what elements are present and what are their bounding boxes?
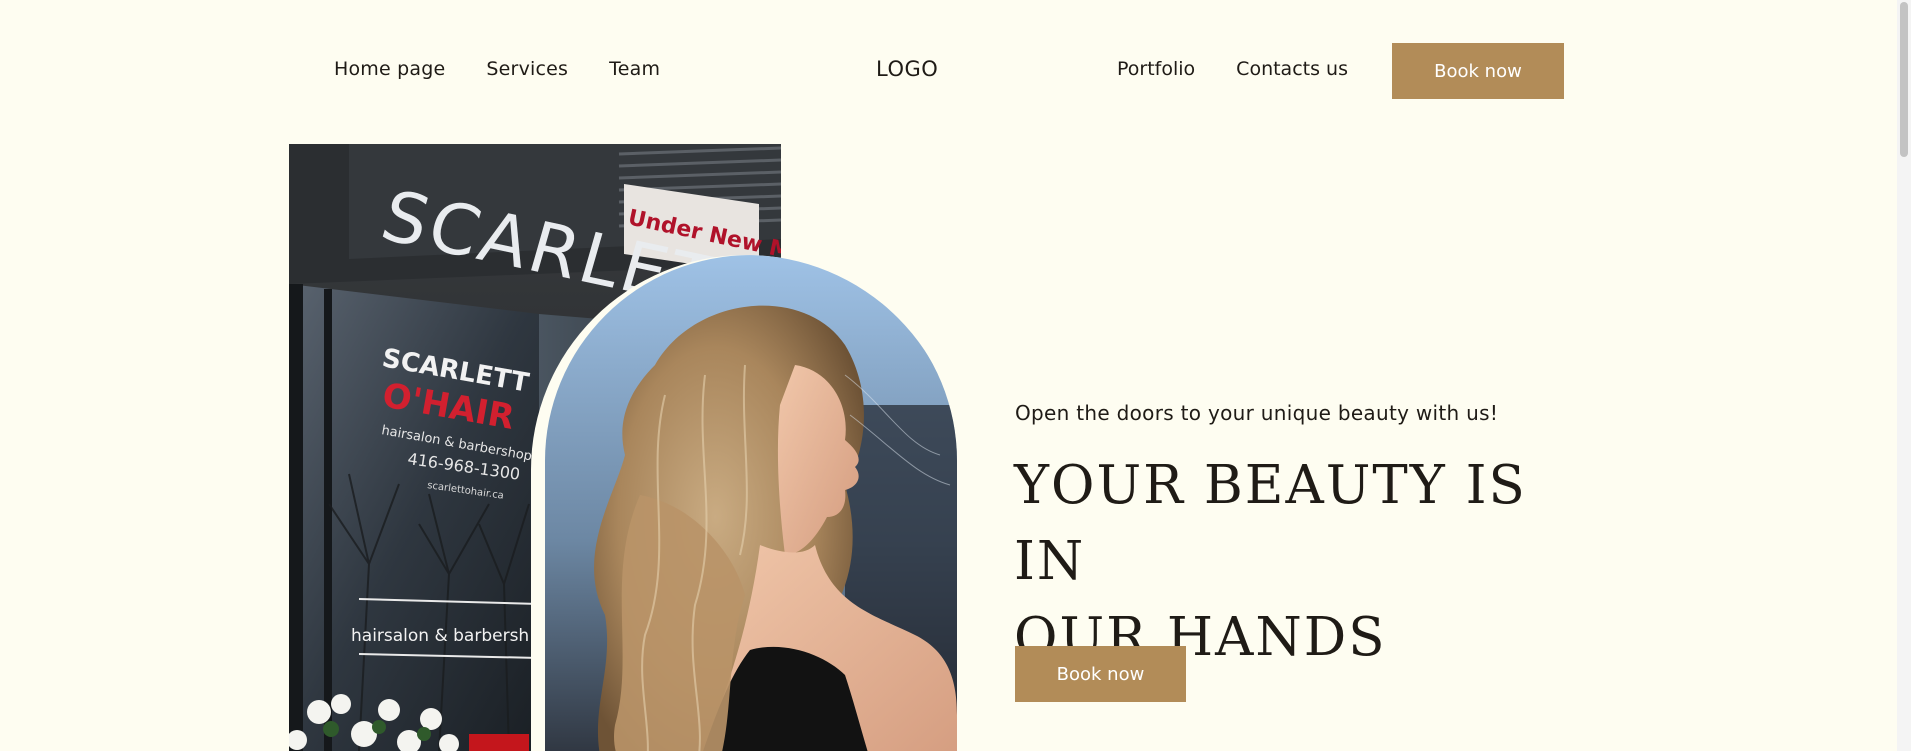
nav-portfolio[interactable]: Portfolio (1117, 58, 1195, 80)
header-book-now-button[interactable]: Book now (1392, 43, 1564, 99)
page: Home page Services Team LOGO Portfolio C… (0, 0, 1911, 751)
primary-nav-right: Portfolio Contacts us (1117, 58, 1348, 80)
nav-contacts-us[interactable]: Contacts us (1236, 58, 1348, 80)
hero-tagline: Open the doors to your unique beauty wit… (1015, 401, 1499, 425)
model-portrait-image (545, 255, 957, 751)
hero-headline-line-1: YOUR BEAUTY IS IN (1014, 455, 1527, 592)
nav-team[interactable]: Team (609, 58, 660, 80)
hero-book-now-button[interactable]: Book now (1015, 646, 1186, 702)
nav-services[interactable]: Services (486, 58, 568, 80)
svg-text:hairsalon & barbersh: hairsalon & barbersh (351, 626, 529, 646)
portrait-frame (531, 255, 961, 751)
hero-headline: YOUR BEAUTY IS IN OUR HANDS (1014, 448, 1574, 676)
scrollbar-thumb[interactable] (1900, 2, 1908, 157)
page-scrollbar[interactable] (1897, 0, 1911, 751)
primary-nav-left: Home page Services Team (334, 58, 660, 80)
site-logo[interactable]: LOGO (876, 57, 938, 81)
nav-home-page[interactable]: Home page (334, 58, 445, 80)
